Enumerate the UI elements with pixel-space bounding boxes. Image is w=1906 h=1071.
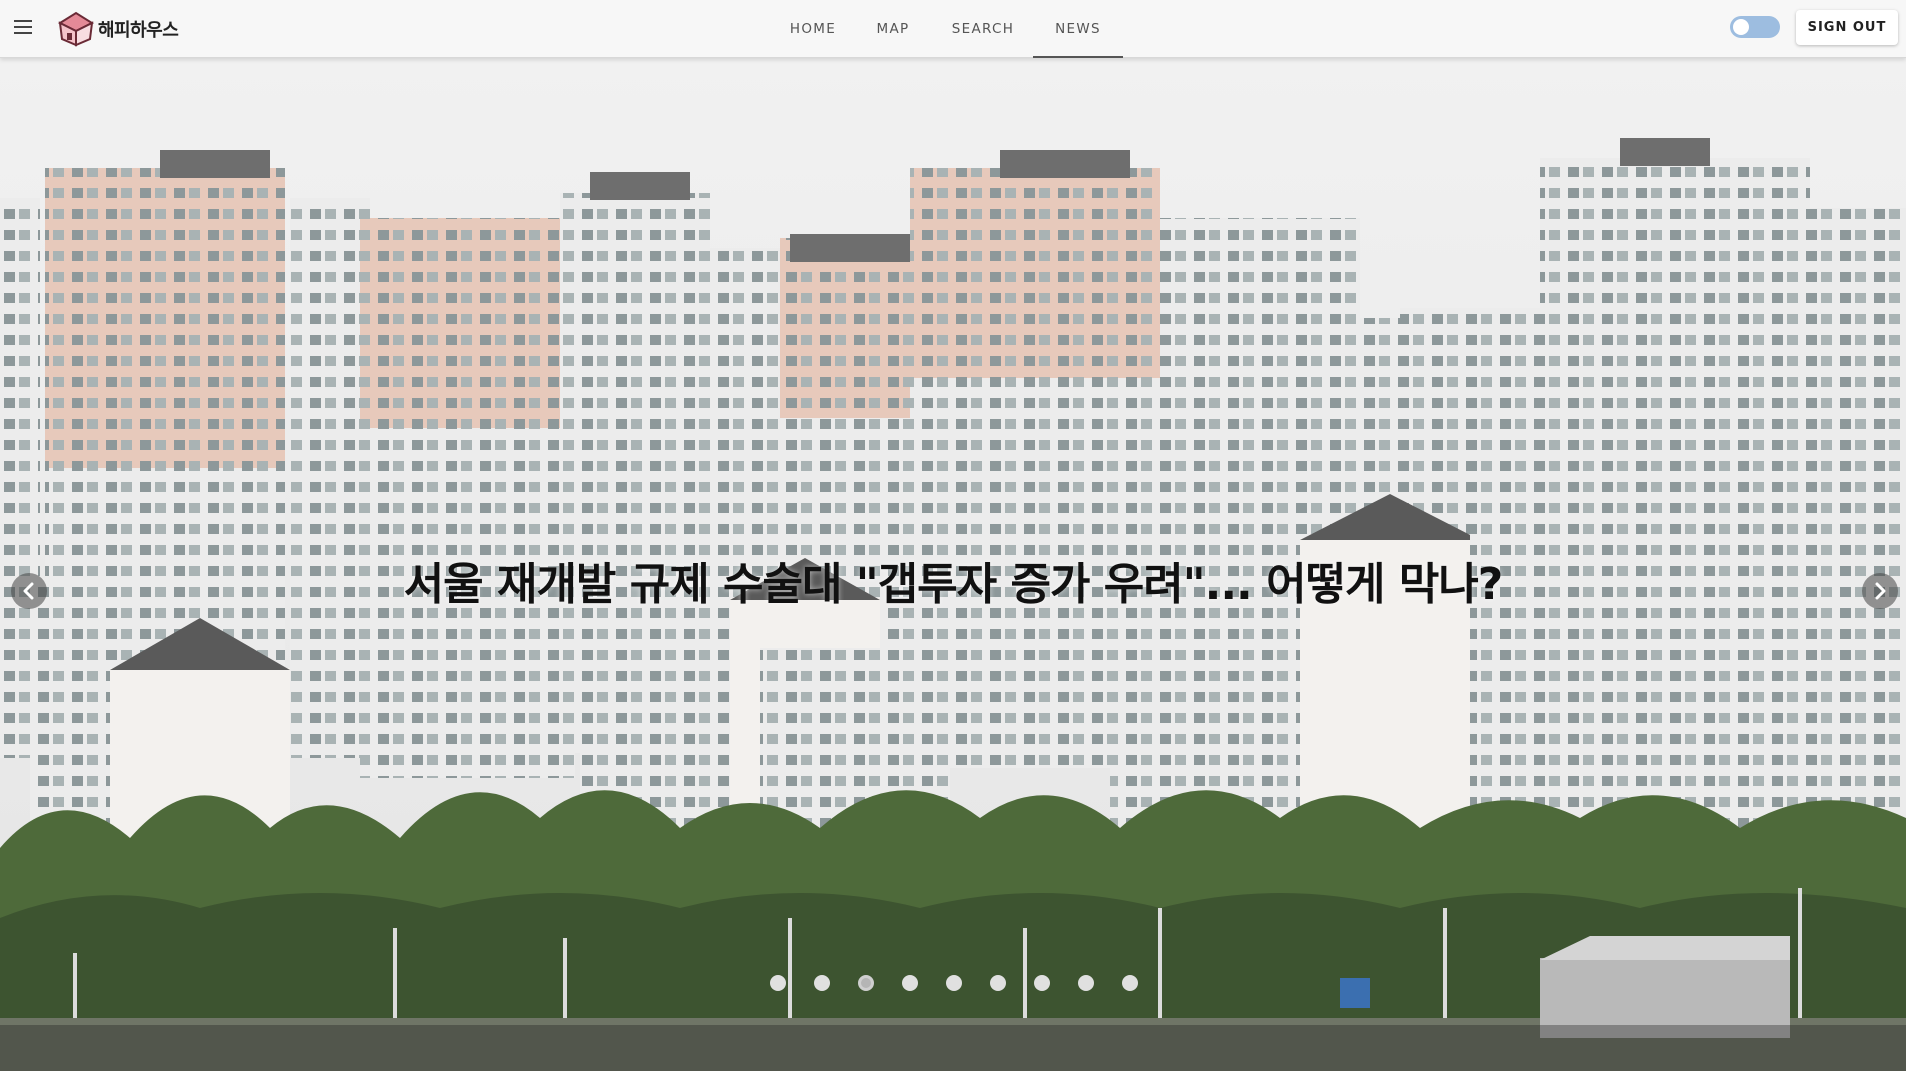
brand-name: 해피하우스 <box>98 20 179 41</box>
news-headline[interactable]: 서울 재개발 규제 수술대 "갭투자 증가 우려"... 어떻게 막나? <box>0 548 1906 612</box>
chevron-left-icon <box>23 582 34 600</box>
top-navbar: 해피하우스 HOME MAP SEARCH NEWS SIGN OUT <box>0 0 1906 58</box>
nav-map[interactable]: MAP <box>853 0 933 58</box>
carousel-dot[interactable] <box>946 975 962 991</box>
main-nav: HOME MAP SEARCH NEWS <box>773 0 1123 58</box>
theme-toggle[interactable] <box>1730 16 1780 38</box>
chevron-right-icon <box>1875 582 1886 600</box>
carousel-indicator-bar <box>0 1025 1906 1071</box>
toggle-knob <box>1733 19 1749 35</box>
nav-news[interactable]: NEWS <box>1033 0 1123 58</box>
house-logo-icon <box>57 11 95 47</box>
carousel-dot[interactable] <box>814 975 830 991</box>
brand-logo[interactable]: 해피하우스 <box>54 8 179 50</box>
nav-search[interactable]: SEARCH <box>933 0 1033 58</box>
nav-home[interactable]: HOME <box>773 0 853 58</box>
carousel-indicators <box>770 975 1166 991</box>
carousel-dot[interactable] <box>1034 975 1050 991</box>
carousel-next-button[interactable] <box>1862 573 1898 609</box>
carousel-dot[interactable] <box>1122 975 1138 991</box>
carousel-dot[interactable] <box>902 975 918 991</box>
carousel-prev-button[interactable] <box>11 573 47 609</box>
carousel-dot[interactable] <box>1078 975 1094 991</box>
sign-out-button[interactable]: SIGN OUT <box>1796 10 1898 45</box>
news-carousel: 서울 재개발 규제 수술대 "갭투자 증가 우려"... 어떻게 막나? <box>0 58 1906 1071</box>
carousel-dot[interactable] <box>770 975 786 991</box>
menu-icon[interactable] <box>12 17 34 37</box>
carousel-dot[interactable] <box>858 975 874 991</box>
carousel-dot[interactable] <box>990 975 1006 991</box>
